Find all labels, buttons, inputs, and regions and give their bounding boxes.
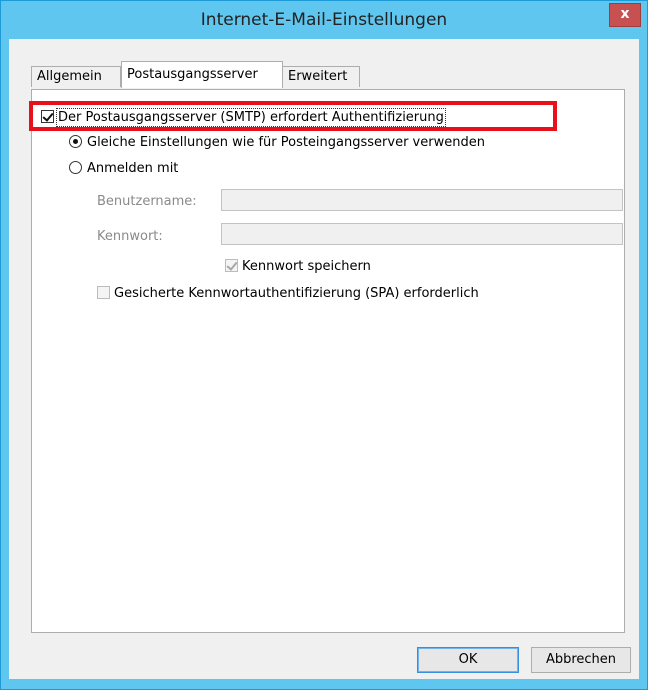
save-password-label: Kennwort speichern: [242, 259, 371, 274]
dialog-client-area: Allgemein Postausgangsserver Erweitert D…: [9, 39, 639, 679]
title-bar[interactable]: Internet-E-Mail-Einstellungen x: [1, 1, 647, 39]
save-password-checkbox[interactable]: [225, 259, 238, 272]
close-button[interactable]: x: [609, 3, 641, 27]
smtp-auth-label: Der Postausgangsserver (SMTP) erfordert …: [56, 108, 446, 127]
smtp-auth-checkbox[interactable]: [41, 110, 54, 123]
smtp-auth-checkbox-row[interactable]: Der Postausgangsserver (SMTP) erfordert …: [41, 108, 446, 127]
radio-same-settings[interactable]: [69, 135, 82, 148]
save-password-row[interactable]: Kennwort speichern: [225, 259, 371, 274]
tab-allgemein[interactable]: Allgemein: [31, 66, 121, 87]
password-label: Kennwort:: [97, 229, 163, 244]
tab-postausgangsserver[interactable]: Postausgangsserver: [121, 61, 283, 88]
radio-same-settings-row[interactable]: Gleiche Einstellungen wie für Posteingan…: [69, 135, 485, 150]
dialog-window: Internet-E-Mail-Einstellungen x Allgemei…: [0, 0, 648, 690]
username-label: Benutzername:: [97, 194, 197, 209]
spa-checkbox[interactable]: [97, 286, 110, 299]
tab-erweitert[interactable]: Erweitert: [282, 66, 360, 87]
spa-label: Gesicherte Kennwortauthentifizierung (SP…: [114, 286, 479, 301]
password-field[interactable]: [221, 223, 623, 245]
cancel-button[interactable]: Abbrechen: [531, 647, 631, 673]
radio-login-label: Anmelden mit: [87, 161, 179, 176]
username-field[interactable]: [221, 189, 623, 211]
spa-row[interactable]: Gesicherte Kennwortauthentifizierung (SP…: [97, 286, 479, 301]
radio-login[interactable]: [69, 161, 82, 174]
window-title: Internet-E-Mail-Einstellungen: [200, 10, 448, 30]
radio-same-settings-label: Gleiche Einstellungen wie für Posteingan…: [87, 135, 485, 150]
radio-login-row[interactable]: Anmelden mit: [69, 161, 178, 176]
ok-button[interactable]: OK: [417, 647, 519, 673]
